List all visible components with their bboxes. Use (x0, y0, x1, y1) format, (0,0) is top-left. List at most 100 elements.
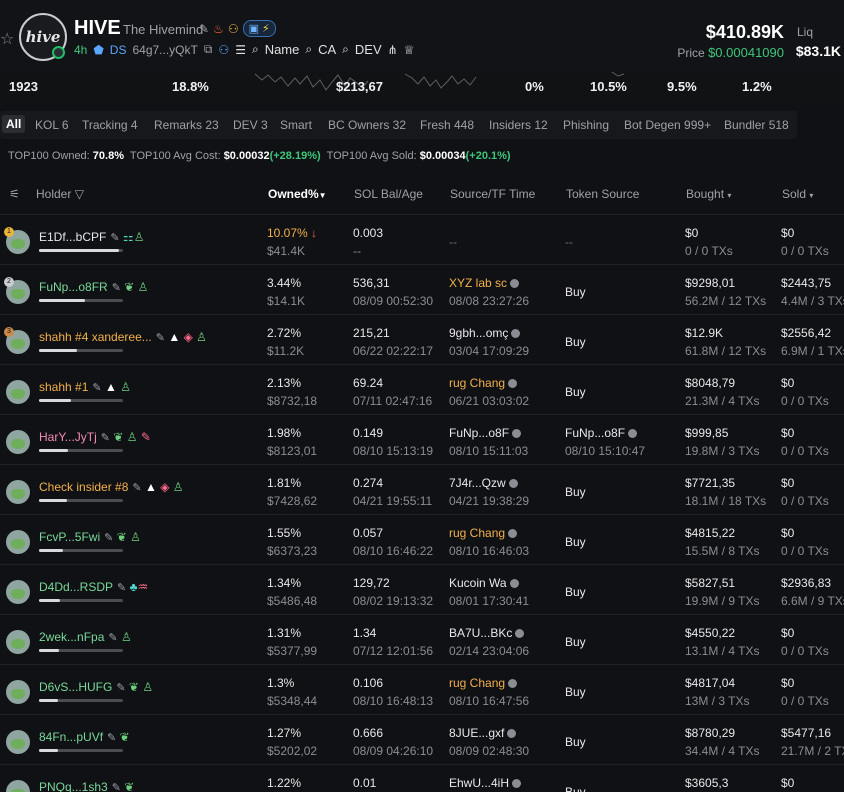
col-sol-bal[interactable]: SOL Bal/Age (354, 187, 423, 201)
tab-insiders[interactable]: Insiders 12 (489, 118, 548, 132)
avatar[interactable] (6, 480, 30, 504)
funding-source[interactable]: XYZ lab sc (449, 276, 520, 290)
edit-icon[interactable]: ✎ (112, 782, 121, 792)
holder-name[interactable]: D6vS...HUFG ✎ ❦ ♙ (39, 680, 153, 694)
funding-time: 08/10 16:47:56 (449, 694, 530, 708)
tab-all[interactable]: All (2, 115, 26, 133)
holder-tags: ❦ ♙ (124, 280, 149, 294)
col-token-source[interactable]: Token Source (566, 187, 639, 201)
token-source-address[interactable]: FuNp...o8F (565, 426, 638, 440)
funding-source[interactable]: EhwU...4iH (449, 776, 522, 790)
filter-icon[interactable]: ▽ (75, 187, 84, 201)
funding-source[interactable]: 9gbh...omç (449, 326, 521, 340)
holder-name[interactable]: HarY...JyTj ✎ ❦ ♙ ✎ (39, 430, 151, 444)
tab-tracking[interactable]: Tracking 4 (82, 118, 138, 132)
tab-dev[interactable]: DEV 3 (233, 118, 268, 132)
holders-icon[interactable]: ⚇ (218, 43, 229, 57)
table-row[interactable]: D6vS...HUFG ✎ ❦ ♙ 1.3% $5348,44 0.106 08/… (0, 665, 844, 715)
funding-source[interactable]: rug Chang (449, 526, 518, 540)
avatar[interactable] (6, 680, 30, 704)
holder-name[interactable]: 2wek...nFpa ✎ ♙ (39, 630, 132, 644)
tab-kol[interactable]: KOL 6 (35, 118, 69, 132)
edit-icon[interactable]: ✎ (108, 632, 117, 644)
funding-source[interactable]: -- (449, 235, 457, 249)
holder-name[interactable]: D4Dd...RSDP ✎ ♣♒ (39, 580, 148, 594)
search-ca-icon[interactable]: ⌕ (305, 42, 312, 57)
search-name-icon[interactable]: ⌕ (252, 42, 259, 57)
table-row[interactable]: HarY...JyTj ✎ ❦ ♙ ✎ 1.98% $8123,01 0.149 … (0, 415, 844, 465)
table-row[interactable]: 84Fn...pUVf ✎ ❦ 1.27% $5202,02 0.666 08/0… (0, 715, 844, 765)
edit-icon[interactable]: ✎ (116, 682, 125, 694)
funding-time: 08/08 23:27:26 (449, 294, 530, 308)
crown-icon[interactable]: ♕ (404, 43, 415, 57)
table-row[interactable]: 2wek...nFpa ✎ ♙ 1.31% $5377,99 1.34 07/12… (0, 615, 844, 665)
copy-icon[interactable]: ⧉ (204, 42, 213, 57)
menu-icon[interactable]: ☰ (235, 43, 246, 57)
edit-icon[interactable]: ✎ (117, 582, 126, 594)
funding-source[interactable]: BA7U...BKc (449, 626, 525, 640)
edit-icon[interactable]: ✎ (110, 232, 119, 244)
avatar[interactable] (6, 380, 30, 404)
funding-source[interactable]: rug Chang (449, 676, 518, 690)
funding-source[interactable]: FuNp...o8F (449, 426, 522, 440)
rank-badge: 2 (4, 277, 14, 287)
filter-settings-icon[interactable]: ⚟ (9, 187, 20, 201)
search-dev-icon[interactable]: ⌕ (342, 42, 349, 57)
holder-name[interactable]: FcvP...5Fwi ✎ ❦ ♙ (39, 530, 141, 544)
avatar[interactable] (6, 630, 30, 654)
holder-name[interactable]: PNQq...1sh3 ✎ ❦ (39, 780, 134, 792)
token-address[interactable]: 64g7...yQkT (132, 43, 197, 57)
edit-icon[interactable]: ✎ (132, 482, 141, 494)
boost-pill[interactable]: ▣ ⚡ (242, 20, 276, 37)
tab-bot-degen[interactable]: Bot Degen 999+ (624, 118, 711, 132)
table-row[interactable]: Check insider #8 ✎ ▲ ◈ ♙ 1.81% $7428,62 0… (0, 465, 844, 515)
edit-icon[interactable]: ✎ (199, 22, 209, 36)
edit-icon[interactable]: ✎ (101, 432, 110, 444)
avatar[interactable] (6, 730, 30, 754)
tab-phishing[interactable]: Phishing (563, 118, 609, 132)
table-row[interactable]: 3 shahh #4 xanderee... ✎ ▲ ◈ ♙ 2.72% $11.… (0, 315, 844, 365)
tab-remarks[interactable]: Remarks 23 (154, 118, 219, 132)
table-row[interactable]: D4Dd...RSDP ✎ ♣♒ 1.34% $5486,48 129,72 08… (0, 565, 844, 615)
funding-source[interactable]: rug Chang (449, 376, 518, 390)
holding-bar (39, 249, 123, 252)
search-ca-link[interactable]: CA (318, 42, 336, 57)
col-source[interactable]: Source/TF Time (450, 187, 535, 201)
search-name-link[interactable]: Name (265, 42, 300, 57)
edit-icon[interactable]: ✎ (112, 282, 121, 294)
edit-icon[interactable]: ✎ (92, 382, 101, 394)
holder-name[interactable]: shahh #1 ✎ ▲ ♙ (39, 380, 131, 394)
share-icon[interactable]: ⋔ (388, 43, 398, 57)
avatar[interactable] (6, 780, 30, 792)
edit-icon[interactable]: ✎ (156, 332, 165, 344)
table-row[interactable]: FcvP...5Fwi ✎ ❦ ♙ 1.55% $6373,23 0.057 08… (0, 515, 844, 565)
holder-name[interactable]: E1Df...bCPF ✎ ⚏♙ (39, 230, 144, 244)
holder-name[interactable]: 84Fn...pUVf ✎ ❦ (39, 730, 130, 744)
col-sold[interactable]: Sold ▾ (782, 187, 813, 201)
tab-bundler[interactable]: Bundler 518 (724, 118, 789, 132)
avatar[interactable] (6, 580, 30, 604)
star-icon[interactable]: ☆ (0, 29, 14, 49)
ds-label[interactable]: DS (110, 43, 127, 57)
edit-icon[interactable]: ✎ (104, 532, 113, 544)
table-row[interactable]: 2 FuNp...o8FR ✎ ❦ ♙ 3.44% $14.1K 536,31 0… (0, 265, 844, 315)
col-bought[interactable]: Bought ▾ (686, 187, 731, 201)
holder-name[interactable]: Check insider #8 ✎ ▲ ◈ ♙ (39, 480, 184, 494)
funding-source[interactable]: 8JUE...gxf (449, 726, 517, 740)
funding-source[interactable]: 7J4r...Qzw (449, 476, 518, 490)
tab-fresh[interactable]: Fresh 448 (420, 118, 474, 132)
avatar[interactable] (6, 430, 30, 454)
holder-name[interactable]: shahh #4 xanderee... ✎ ▲ ◈ ♙ (39, 330, 207, 344)
col-owned[interactable]: Owned%▼ (268, 187, 327, 201)
search-dev-link[interactable]: DEV (355, 42, 382, 57)
holder-name[interactable]: FuNp...o8FR ✎ ❦ ♙ (39, 280, 148, 294)
col-holder[interactable]: Holder ▽ (36, 187, 84, 201)
funding-source[interactable]: Kucoin Wa (449, 576, 519, 590)
edit-icon[interactable]: ✎ (107, 732, 116, 744)
table-row[interactable]: shahh #1 ✎ ▲ ♙ 2.13% $8732,18 69.24 07/11… (0, 365, 844, 415)
tab-smart[interactable]: Smart (280, 118, 312, 132)
table-row[interactable]: 1 E1Df...bCPF ✎ ⚏♙ 10.07% ↓ $41.4K 0.003 … (0, 215, 844, 265)
tab-bc-owners[interactable]: BC Owners 32 (328, 118, 406, 132)
table-row[interactable]: PNQq...1sh3 ✎ ❦ 1.22% 0.01 EhwU...4iH Buy… (0, 765, 844, 792)
avatar[interactable] (6, 530, 30, 554)
